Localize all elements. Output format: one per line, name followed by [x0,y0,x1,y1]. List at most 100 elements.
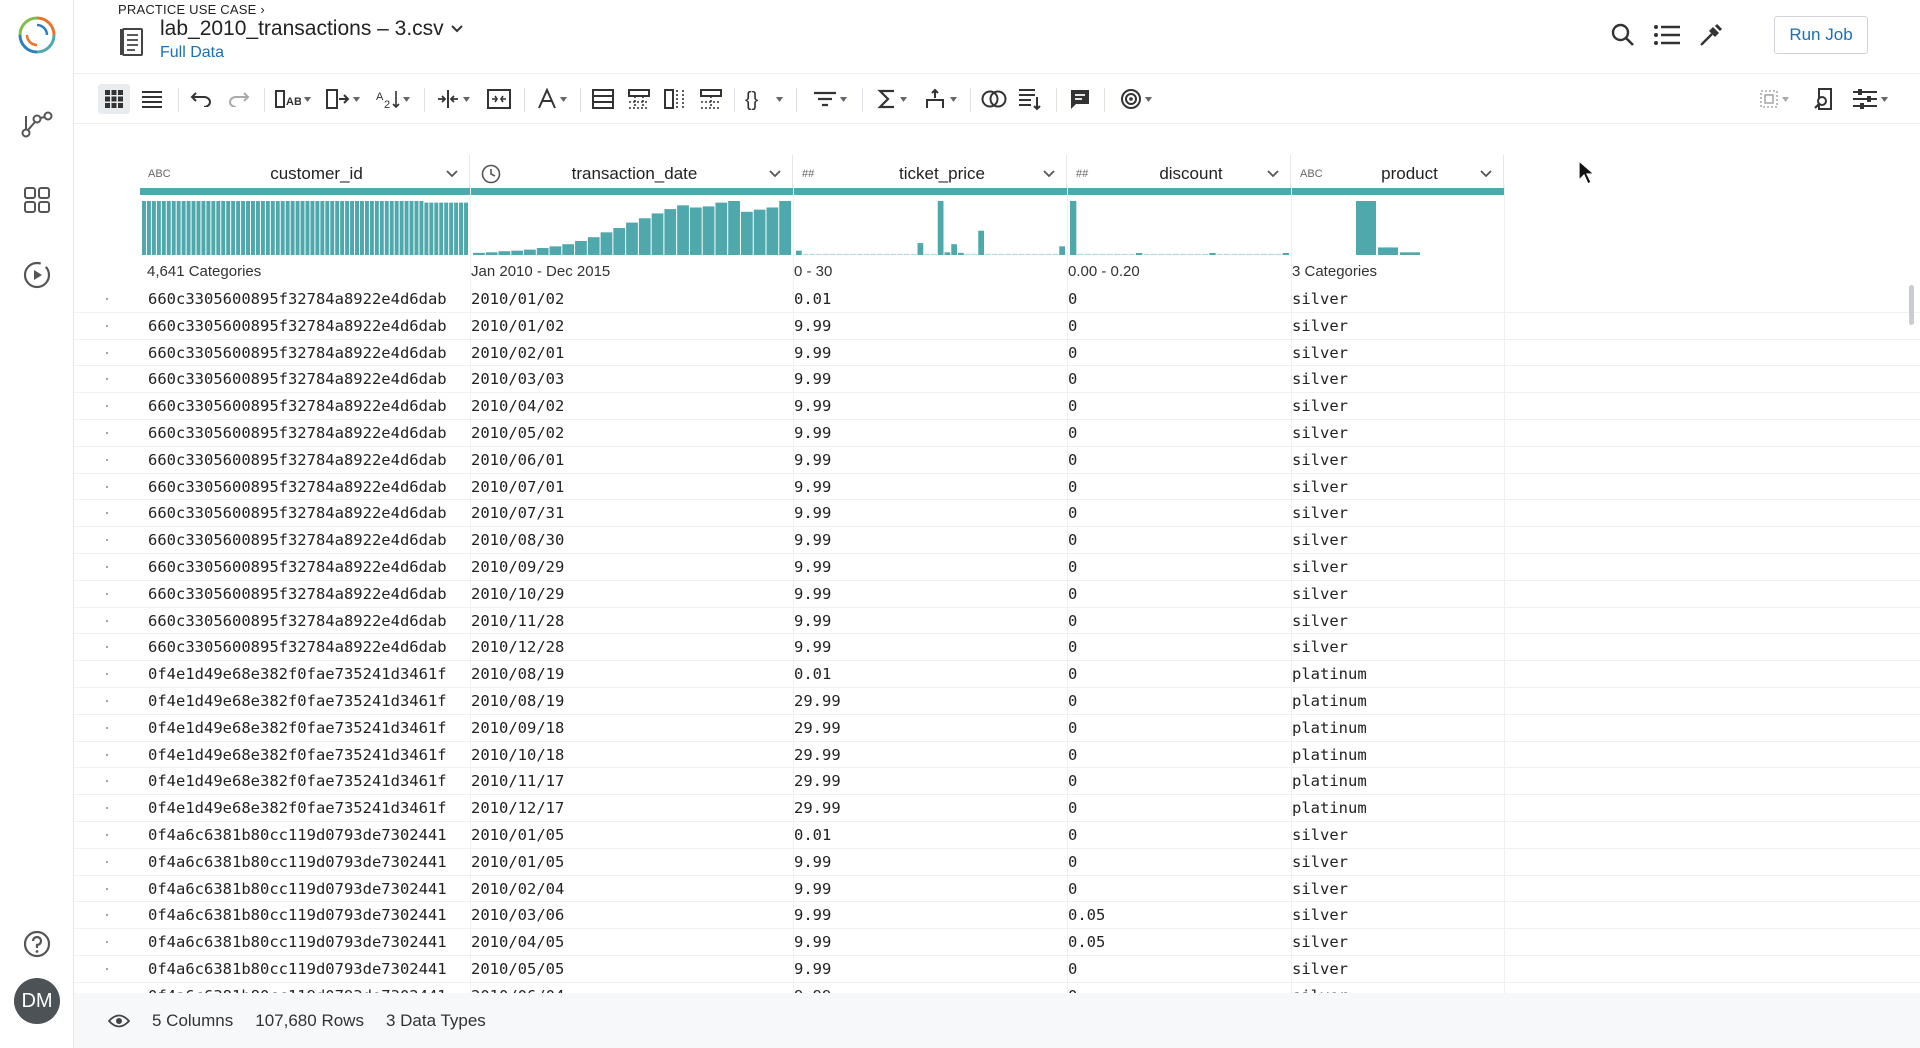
table-row[interactable]: 0f4a6c6381b80cc119d0793de7302441 2010/01/… [74,849,1920,876]
histogram-bar[interactable] [473,252,485,255]
table-cell-customer_id[interactable]: 660c3305600895f32784a8922e4d6dab [148,344,447,362]
table-cell-discount[interactable]: 0 [1068,585,1077,603]
table-cell-ticket_price[interactable]: 0.01 [794,826,831,844]
histogram-bar[interactable] [424,202,429,255]
format-icon[interactable] [322,84,364,114]
row-handle[interactable] [106,351,108,354]
histogram-bar[interactable] [1099,253,1106,255]
table-cell-product[interactable]: silver [1292,960,1348,978]
row-handle[interactable] [106,512,108,515]
table-cell-ticket_price[interactable]: 29.99 [794,692,841,710]
histogram-bar[interactable] [1106,253,1113,255]
table-cell-customer_id[interactable]: 660c3305600895f32784a8922e4d6dab [148,397,447,415]
histogram-bar[interactable] [904,253,910,255]
table-row[interactable]: 660c3305600895f32784a8922e4d6dab 2010/07/… [74,474,1920,501]
column-ops-icon[interactable] [624,84,654,114]
table-cell-customer_id[interactable]: 0f4e1d49e68e382f0fae735241d3461f [148,692,447,710]
type-string-icon[interactable]: ABC [148,168,188,180]
table-cell-transaction_date[interactable]: 2010/08/30 [471,531,564,549]
histogram-bar[interactable] [1172,253,1179,255]
histogram-bar[interactable] [1282,253,1289,255]
histogram-bar[interactable] [246,201,250,255]
row-count[interactable]: 107,680 Rows [255,1011,364,1031]
row-handle[interactable] [106,967,108,970]
table-row[interactable]: 660c3305600895f32784a8922e4d6dab 2010/02/… [74,340,1920,367]
table-cell-ticket_price[interactable]: 9.99 [794,960,831,978]
settings-icon[interactable] [1848,84,1892,114]
histogram-bar[interactable] [802,253,809,255]
table-row[interactable]: 660c3305600895f32784a8922e4d6dab 2010/08/… [74,527,1920,554]
table-cell-transaction_date[interactable]: 2010/10/29 [471,585,564,603]
row-handle[interactable] [106,887,108,890]
row-handle[interactable] [106,565,108,568]
table-cell-discount[interactable]: 0 [1068,853,1077,871]
type-number-icon[interactable]: ## [1076,168,1116,180]
table-cell-transaction_date[interactable]: 2010/08/19 [471,665,564,683]
table-row[interactable]: 0f4a6c6381b80cc119d0793de73024412010/06/… [74,983,1920,993]
histogram-bar[interactable] [1165,253,1172,255]
column-count[interactable]: 5 Columns [152,1011,233,1031]
table-cell-ticket_price[interactable]: 9.99 [794,853,831,871]
row-handle[interactable] [106,699,108,702]
help-icon[interactable] [17,924,57,964]
table-cell-ticket_price[interactable]: 9.99 [794,397,831,415]
histogram-bar[interactable] [335,201,340,255]
table-cell-ticket_price[interactable]: 29.99 [794,746,841,764]
histogram-bar[interactable] [1158,253,1165,255]
histogram-bar[interactable] [201,201,206,255]
table-cell-product[interactable]: silver [1292,612,1348,630]
data-quality-bar[interactable] [140,188,470,195]
histogram-bar[interactable] [211,201,216,255]
table-cell-discount[interactable]: 0 [1068,638,1077,656]
table-cell-transaction_date[interactable]: 2010/01/05 [471,853,564,871]
histogram-bar[interactable] [330,201,335,255]
histogram-bar[interactable] [562,244,575,255]
column-name[interactable]: discount [1116,164,1266,184]
table-cell-product[interactable]: silver [1292,451,1348,469]
table-cell-discount[interactable]: 0 [1068,719,1077,737]
table-cell-ticket_price[interactable]: 9.99 [794,478,831,496]
table-cell-product[interactable]: silver [1292,558,1348,576]
table-row[interactable]: 0f4e1d49e68e382f0fae735241d3461f 2010/08/… [74,661,1920,688]
table-cell-product[interactable]: silver [1292,585,1348,603]
histogram-bar[interactable] [917,243,924,255]
sort-icon[interactable]: A2 [372,84,414,114]
histogram-bar[interactable] [951,244,957,255]
table-cell-ticket_price[interactable]: 0.01 [794,290,831,308]
table-cell-transaction_date[interactable]: 2010/07/31 [471,504,564,522]
table-cell-discount[interactable]: 0 [1068,692,1077,710]
eye-icon[interactable] [108,1014,130,1028]
table-row[interactable]: 660c3305600895f32784a8922e4d6dab 2010/01/… [74,286,1920,313]
library-icon[interactable] [17,180,57,220]
histogram-bar[interactable] [449,202,454,255]
breadcrumb[interactable]: PRACTICE USE CASE › [118,2,265,17]
table-cell-discount[interactable]: 0 [1068,424,1077,442]
histogram-bar[interactable] [176,201,181,255]
table-row[interactable]: 0f4e1d49e68e382f0fae735241d3461f 2010/10/… [74,742,1920,769]
table-row[interactable]: 0f4a6c6381b80cc119d0793de7302441 2010/01/… [74,822,1920,849]
histogram-bar[interactable] [196,201,201,255]
table-cell-ticket_price[interactable]: 9.99 [794,344,831,362]
row-handle[interactable] [106,619,108,622]
column-name[interactable]: ticket_price [842,164,1042,184]
row-handle[interactable] [106,405,108,408]
table-cell-transaction_date[interactable]: 2010/11/28 [471,612,564,630]
histogram-bar[interactable] [498,251,511,255]
grid-view-icon[interactable] [98,84,130,114]
histogram-bar[interactable] [1052,253,1059,255]
histogram-bar[interactable] [221,201,226,255]
data-quality-bar[interactable] [1068,188,1291,195]
breadcrumb-label[interactable]: PRACTICE USE CASE [118,2,257,17]
histogram-bar[interactable] [1143,253,1150,255]
histogram-bar[interactable] [613,228,626,255]
histogram-bar[interactable] [1400,252,1420,255]
table-cell-customer_id[interactable]: 660c3305600895f32784a8922e4d6dab [148,612,447,630]
recipe-list-icon[interactable] [1652,20,1682,50]
histogram-bar[interactable] [856,253,863,255]
column-name[interactable]: transaction_date [501,164,768,184]
table-cell-product[interactable]: silver [1292,424,1348,442]
histogram-bar[interactable] [305,201,310,255]
table-cell-ticket_price[interactable]: 9.99 [794,880,831,898]
rows-icon[interactable] [588,84,618,114]
histogram-bar[interactable] [1136,253,1143,255]
